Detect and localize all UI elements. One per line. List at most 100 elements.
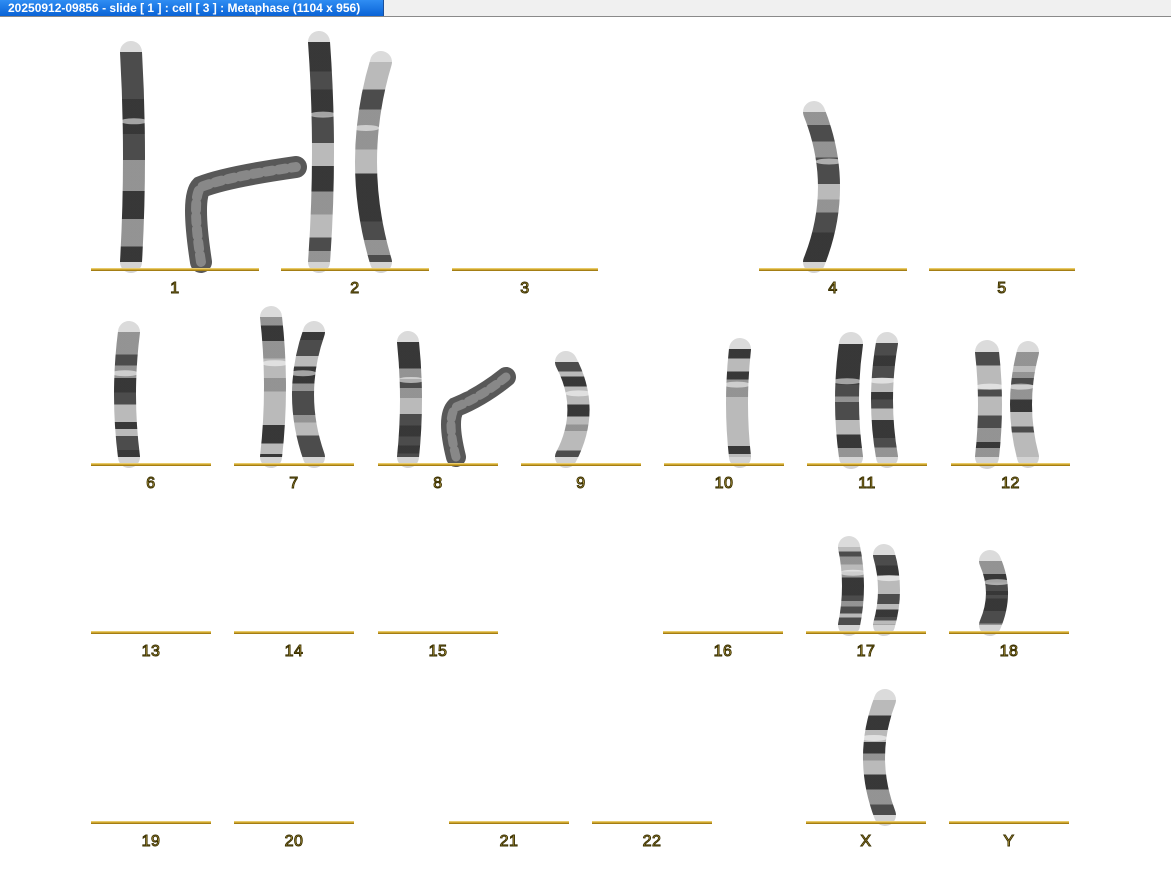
chromosome-slot-17[interactable]: 17	[806, 536, 926, 664]
chromosome-slot-21[interactable]: 21	[449, 752, 569, 854]
chromosome-9-homolog-2[interactable]	[594, 343, 622, 468]
chromosome-3-homolog-1[interactable]	[495, 73, 523, 273]
chromosome-16-homolog-2[interactable]	[723, 537, 751, 636]
chromosome-label-7: 7	[289, 475, 299, 493]
chromosome-slot-5[interactable]: 5	[929, 106, 1075, 301]
chromosome-label-17: 17	[856, 643, 876, 661]
chromosome-baseline-7	[234, 463, 354, 466]
chromosome-slot-13[interactable]: 13	[91, 499, 211, 664]
chromosome-label-21: 21	[499, 833, 519, 851]
chromosome-label-18: 18	[999, 643, 1019, 661]
chromosome-label-3: 3	[520, 280, 530, 298]
chromosome-11-homolog-2[interactable]	[868, 332, 898, 468]
chromosome-slot-4[interactable]: 4	[759, 87, 907, 301]
chromosome-label-4: 4	[828, 280, 838, 298]
chromosome-slot-3[interactable]: 3	[452, 71, 598, 301]
chromosome-5-homolog-1[interactable]	[970, 106, 998, 273]
chromosome-17-homolog-1[interactable]	[838, 536, 867, 636]
chromosome-17-homolog-2[interactable]	[873, 544, 903, 636]
chromosome-3-homolog-2[interactable]	[528, 71, 556, 273]
chromosome-pair-9	[555, 343, 622, 468]
chromosome-slot-11[interactable]: 11	[807, 332, 927, 496]
chromosome-8-homolog-2[interactable]	[441, 367, 516, 467]
chromosome-slot-9[interactable]: 9	[521, 343, 641, 496]
chromosome-slot-16[interactable]: 16	[663, 537, 783, 664]
chromosome-slot-15[interactable]: 15	[378, 524, 498, 664]
chromosome-19-homolog-1[interactable]	[122, 749, 150, 826]
chromosome-21-homolog-1[interactable]	[478, 759, 506, 826]
chromosome-baseline-22	[592, 821, 712, 824]
chromosome-14-homolog-1[interactable]	[260, 522, 288, 636]
chromosome-7-homolog-2[interactable]	[289, 321, 325, 468]
chromosome-4-homolog-2[interactable]	[848, 87, 874, 272]
chromosome-baseline-3	[452, 268, 598, 271]
chromosome-slot-10[interactable]: 10	[664, 326, 784, 496]
chromosome-21-homolog-2[interactable]	[505, 752, 533, 826]
chromosome-19-homolog-2[interactable]	[151, 748, 177, 825]
window-title-tab[interactable]: 20250912-09856 - slide [ 1 ] : cell [ 3 …	[0, 0, 384, 16]
chromosome-9-homolog-1[interactable]	[555, 351, 593, 468]
chromosome-15-homolog-1[interactable]	[411, 529, 439, 636]
chromosome-pair-6	[111, 294, 190, 468]
chromosome-11-homolog-1[interactable]	[832, 332, 863, 469]
chromosome-2-homolog-2[interactable]	[352, 51, 392, 273]
chromosome-4-homolog-1[interactable]	[803, 101, 843, 273]
chromosome-slot-X[interactable]: X	[806, 673, 926, 854]
chromosome-slot-1[interactable]: 1	[91, 41, 307, 301]
chromosome-baseline-4	[759, 268, 907, 271]
chromosome-label-Y: Y	[1003, 833, 1015, 851]
chromosome-slot-22[interactable]: 22	[592, 747, 712, 854]
chromosome-label-22: 22	[642, 833, 662, 851]
chromosome-16-homolog-1[interactable]	[691, 544, 719, 636]
chromosome-10-homolog-1[interactable]	[692, 326, 720, 468]
chromosome-pair-10	[692, 326, 751, 468]
chromosome-pair-3	[495, 71, 556, 273]
chromosome-pair-8	[397, 331, 516, 468]
chromosome-2-homolog-1[interactable]	[308, 31, 337, 273]
chromosome-label-12: 12	[1001, 475, 1020, 493]
chromosome-slot-19[interactable]: 19	[91, 748, 211, 854]
chromosome-18-homolog-1[interactable]	[979, 550, 1011, 636]
chromosome-baseline-Y	[949, 821, 1069, 824]
chromosome-slot-20[interactable]: 20	[234, 742, 354, 854]
chromosome-slot-8[interactable]: 8	[378, 331, 516, 496]
chromosome-6-homolog-2[interactable]	[162, 294, 190, 468]
chromosome-5-homolog-2[interactable]	[1008, 109, 1036, 273]
chromosome-slot-2[interactable]: 2	[281, 31, 429, 301]
chromosome-12-homolog-2[interactable]	[1007, 341, 1039, 468]
chromosome-slot-18[interactable]: 18	[949, 540, 1069, 664]
chromosome-22-homolog-1[interactable]	[621, 749, 649, 826]
chromosome-10-homolog-2[interactable]	[723, 338, 751, 468]
chromosome-8-homolog-1[interactable]	[397, 331, 425, 468]
chromosome-20-homolog-1[interactable]	[264, 742, 292, 826]
chromosome-7-homolog-1[interactable]	[260, 306, 289, 468]
chromosome-baseline-21	[449, 821, 569, 824]
chromosome-slot-12[interactable]: 12	[951, 340, 1070, 496]
chromosome-slot-6[interactable]: 6	[91, 294, 211, 496]
chromosome-baseline-5	[929, 268, 1075, 271]
chromosome-label-11: 11	[858, 475, 876, 493]
chromosome-slot-14[interactable]: 14	[234, 522, 354, 664]
chromosome-22-homolog-2[interactable]	[649, 747, 677, 826]
chromosome-15-homolog-2[interactable]	[444, 524, 472, 636]
chromosome-1-homolog-2[interactable]	[185, 156, 307, 273]
chromosome-X-homolog-1[interactable]	[824, 673, 854, 827]
chromosome-13-homolog-2[interactable]	[150, 499, 178, 636]
chromosome-baseline-13	[91, 631, 211, 634]
chromosome-label-2: 2	[350, 280, 360, 298]
chromosome-14-homolog-2[interactable]	[294, 522, 322, 636]
chromosome-slot-Y[interactable]: Y	[949, 819, 1069, 854]
chromosome-6-homolog-1[interactable]	[111, 321, 140, 468]
chromosome-13-homolog-1[interactable]	[119, 519, 147, 636]
chromosome-1-homolog-1[interactable]	[120, 41, 148, 273]
chromosome-X-homolog-2[interactable]	[860, 689, 896, 826]
chromosome-18-homolog-2[interactable]	[1014, 540, 1040, 635]
chromosome-label-8: 8	[433, 475, 443, 493]
chromosome-12-homolog-1[interactable]	[975, 340, 1005, 469]
chromosome-20-homolog-2[interactable]	[292, 744, 320, 826]
karyogram: 1 2 3 4 5 6 7 8 9 10 11 12 13 14 15 16 17 18 19 20 21 22 X Y	[0, 18, 1171, 885]
chromosome-pair-13	[119, 499, 178, 636]
chromosome-slot-7[interactable]: 7	[234, 306, 354, 496]
chromosome-label-10: 10	[714, 475, 734, 493]
chromosome-label-19: 19	[141, 833, 161, 851]
